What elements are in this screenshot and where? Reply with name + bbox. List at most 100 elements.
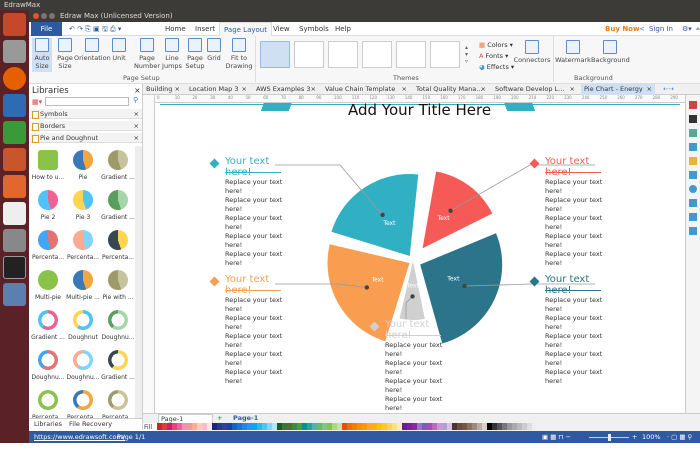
menu-view[interactable]: View <box>269 22 294 36</box>
library-shape[interactable]: Gradient ... <box>101 150 135 181</box>
pie-slice-red[interactable] <box>422 171 493 249</box>
menu-symbols[interactable]: Symbols <box>295 22 333 36</box>
menu-page-layout[interactable]: Page Layout <box>219 22 272 36</box>
line-jumps-button[interactable]: Line Jumps <box>161 38 183 70</box>
colors-button[interactable]: ▦ Colors ▾ <box>479 40 514 51</box>
page-tab-active[interactable]: Page-1 <box>233 414 258 423</box>
doc-tab[interactable]: Total Quality Mana... × <box>413 84 489 95</box>
sign-in-link[interactable]: Sign In <box>645 22 677 36</box>
callout-heading[interactable]: Your text here! <box>385 319 441 341</box>
library-shape[interactable]: Percenta... <box>101 390 135 418</box>
color-palette[interactable] <box>157 423 700 431</box>
doc-tab[interactable]: Software Develop L... × <box>492 84 578 95</box>
callout-body[interactable]: Replace your text here! Replace your text… <box>225 178 295 268</box>
drawing-canvas[interactable]: Add Your Title Here Text Text Text Text Text… <box>155 103 685 413</box>
library-shape[interactable]: Doughnu... <box>66 350 100 381</box>
close-window-icon[interactable] <box>33 13 39 19</box>
callout-body[interactable]: Replace your text here! Replace your text… <box>545 296 615 386</box>
library-search-input[interactable] <box>45 97 129 106</box>
page-icon[interactable] <box>689 157 697 165</box>
background-button[interactable]: Background <box>591 40 630 64</box>
close-tab-icon[interactable]: × <box>481 84 486 95</box>
attachment-icon[interactable] <box>689 227 697 235</box>
format-icon[interactable] <box>689 101 697 109</box>
close-tab-icon[interactable]: × <box>311 84 316 95</box>
close-tab-icon[interactable]: × <box>647 84 652 95</box>
library-shape[interactable]: Multi-pie <box>31 270 65 301</box>
fit-icons[interactable]: · ▢ ▦ ⚲ ▣ <box>667 431 700 455</box>
close-tab-icon[interactable]: × <box>402 84 407 95</box>
library-shape[interactable]: Percenta... <box>31 230 65 261</box>
comment-icon[interactable] <box>689 213 697 221</box>
minimize-window-icon[interactable] <box>41 13 47 19</box>
theme-2[interactable] <box>294 41 324 68</box>
hyperlink-icon[interactable] <box>689 185 697 193</box>
menu-insert[interactable]: Insert <box>191 22 219 36</box>
ubuntu-icon[interactable] <box>3 13 26 36</box>
palette-swatch[interactable] <box>532 423 537 430</box>
library-shape[interactable]: Percenta... <box>66 230 100 261</box>
menu-help[interactable]: Help <box>331 22 355 36</box>
doc-tab[interactable]: Building × <box>143 84 183 95</box>
library-scrollbar[interactable] <box>135 146 142 418</box>
file-menu[interactable]: File <box>31 22 62 36</box>
doc-tab[interactable]: Pie Chart - Energy × <box>581 84 655 95</box>
library-shape[interactable]: Gradient ... <box>101 190 135 221</box>
grid-button[interactable]: Grid <box>206 38 222 62</box>
writer-icon[interactable] <box>3 94 26 117</box>
image-icon[interactable] <box>689 129 697 137</box>
doc-tab[interactable]: Value Chain Template × <box>322 84 410 95</box>
amazon-icon[interactable] <box>3 202 26 225</box>
theme-3[interactable] <box>328 41 358 68</box>
website-link[interactable]: https://www.edrawsoft.com/ <box>34 431 125 443</box>
search-icon[interactable]: ⚲ <box>133 96 138 104</box>
watermark-button[interactable]: Watermark <box>555 40 591 64</box>
library-menu-icon[interactable]: ▦▾ <box>32 98 42 106</box>
orientation-button[interactable]: Orientation <box>74 38 111 62</box>
doc-tab[interactable]: Location Map 3 × <box>186 84 250 95</box>
theme-1[interactable] <box>260 41 290 68</box>
fit-to-drawing-button[interactable]: Fit to Drawing <box>224 38 254 70</box>
library-shape[interactable]: Pie 2 <box>31 190 65 221</box>
settings-icon[interactable] <box>3 229 26 252</box>
quick-access-toolbar[interactable]: ↶ ↷ ⎘ ▣ 🖫 ⎙ ▾ <box>65 22 125 36</box>
theme-6[interactable] <box>430 41 460 68</box>
impress-icon[interactable] <box>3 148 26 171</box>
page-number-button[interactable]: Page Number <box>132 38 162 70</box>
files-icon[interactable] <box>3 40 26 63</box>
effects-button[interactable]: ◕ Effects ▾ <box>479 62 514 73</box>
library-shape[interactable]: Pie 3 <box>66 190 100 221</box>
themes-scroll[interactable]: ▴ ▾ ▿ <box>465 44 468 65</box>
unit-button[interactable]: Unit <box>109 38 129 62</box>
library-shape[interactable]: Gradient ... <box>31 310 65 341</box>
theme-5[interactable] <box>396 41 426 68</box>
library-shape[interactable]: Percenta... <box>31 390 65 418</box>
tab-scroll-arrows[interactable]: ⇠⇢ <box>660 84 674 95</box>
zoom-in-icon[interactable]: + <box>632 431 637 443</box>
close-libraries-icon[interactable]: × <box>134 86 141 95</box>
library-section-pie-doughnut[interactable]: Pie and Doughnut × <box>30 133 142 143</box>
layers-icon[interactable] <box>689 143 697 151</box>
fonts-button[interactable]: A Fonts ▾ <box>479 51 514 62</box>
library-section-borders[interactable]: Borders × <box>30 121 142 131</box>
callout-heading[interactable]: Your text here! <box>545 156 601 178</box>
library-shape[interactable]: Pie with ... <box>101 270 135 301</box>
callout-heading[interactable]: Your text here! <box>545 274 601 296</box>
callout-heading[interactable]: Your text here! <box>225 274 281 296</box>
add-page-icon[interactable]: + <box>217 414 222 423</box>
theme-4[interactable] <box>362 41 392 68</box>
fill-icon[interactable] <box>689 115 697 123</box>
library-shape[interactable]: Gradient ... <box>101 350 135 381</box>
collapse-ribbon-icon[interactable]: ⏶ <box>691 22 700 36</box>
view-mode-icons[interactable]: ▣ ▦ ⊓ − <box>542 431 571 443</box>
callout-body[interactable]: Replace your text here! Replace your text… <box>545 178 615 268</box>
menu-home[interactable]: Home <box>161 22 190 36</box>
auto-size-button[interactable]: Auto Size <box>32 38 52 72</box>
tab-libraries[interactable]: Libraries <box>34 419 62 430</box>
pie-slice-cyan[interactable] <box>331 173 419 256</box>
library-section-symbols[interactable]: Symbols × <box>30 109 142 119</box>
library-shape[interactable]: Percenta... <box>101 230 135 261</box>
software-center-icon[interactable] <box>3 175 26 198</box>
library-shape[interactable]: Doughnu... <box>31 350 65 381</box>
close-tab-icon[interactable]: × <box>242 84 247 95</box>
